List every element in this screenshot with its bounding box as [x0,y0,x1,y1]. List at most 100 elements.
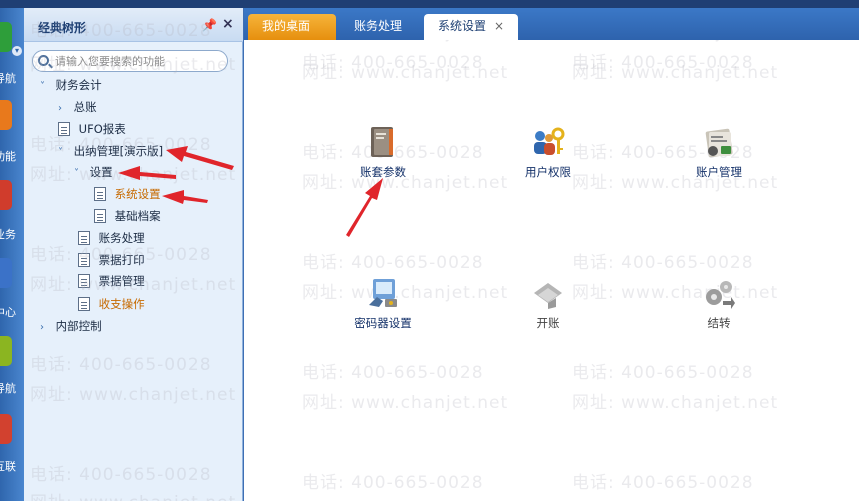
func-account-params[interactable]: 账套参数 [338,124,428,184]
func-label: 账户管理 [696,165,742,179]
token-device-icon [369,279,397,307]
tree-node-label: 票据打印 [98,253,145,267]
tree-node-income-expense[interactable]: 收支操作 [78,294,145,314]
workspace: 网址: www.chanjet.net 网址: www.chanjet.net … [244,40,859,501]
func-open-account[interactable]: 开账 [503,275,593,335]
tab-label: 系统设置 [438,19,487,33]
watermark-site: 网址: www.chanjet.net [302,393,509,413]
tree-node-cashier[interactable]: ˅ 出纳管理[演示版] [58,141,163,161]
rail-label: 互联 [0,460,16,473]
tree-node-system-settings[interactable]: 系统设置 [94,184,161,204]
chevron-down-icon[interactable]: ▾ [12,46,22,56]
watermark-site: 网址: www.chanjet.net [572,63,779,83]
document-icon [94,187,106,201]
watermark-phone: 电话: 400-665-0028 [30,355,212,375]
connect-icon [0,414,12,444]
watermark-phone: 电话: 400-665-0028 [572,473,754,493]
close-icon[interactable]: × [222,16,234,32]
watermark-site: 网址: www.chanjet.net [302,40,508,43]
nav-icon [0,22,12,52]
func-carry-forward[interactable]: 结转 [674,275,764,335]
rail-label: 导航 [0,72,16,85]
tree-node-label: 设置 [89,165,113,179]
functions-icon [0,100,12,130]
func-label: 密码器设置 [354,316,412,330]
chevron-down-icon[interactable]: ˅ [40,77,52,97]
tree-node-label: 总账 [73,100,97,114]
document-icon [78,274,90,288]
watermark-site: 网址: www.chanjet.net [30,385,237,405]
search-box[interactable] [32,50,228,72]
tree-node-basic-archives[interactable]: 基础档案 [94,206,161,226]
chevron-down-icon[interactable]: ˅ [58,143,70,163]
book-icon [371,127,393,157]
document-icon [78,231,90,245]
watermark-phone: 电话: 400-665-0028 [302,363,484,383]
func-label: 用户权限 [525,165,571,179]
document-icon [58,122,70,136]
tree-node-label: 内部控制 [55,319,102,333]
watermark-site: 网址: www.chanjet.net [30,165,237,185]
func-user-permissions[interactable]: 用户权限 [503,124,593,184]
func-label: 账套参数 [360,165,406,179]
document-icon [94,209,106,223]
users-key-icon [534,127,565,155]
tree-panel: 经典树形 📌 × ˅ 财务会计 › 总账 UFO报表 ˅ 出纳管理[演示版] ˅… [24,8,243,501]
tree-header: 经典树形 📌 × [24,8,243,42]
func-label: 结转 [707,316,731,330]
rail-label: 业务 [0,228,16,241]
tree-node-label: 系统设置 [114,187,161,201]
watermark-phone: 电话: 400-665-0028 [572,53,754,73]
watermark-site: 网址: www.chanjet.net [572,40,778,43]
tree-node-finance[interactable]: ˅ 财务会计 [40,75,102,95]
watermark-site: 网址: www.chanjet.net [572,393,779,413]
watermark-site: 网址: www.chanjet.net [302,63,509,83]
pin-icon[interactable]: 📌 [202,18,217,32]
func-label: 开账 [536,316,560,330]
tree-node-bill-manage[interactable]: 票据管理 [78,271,145,291]
chevron-down-icon[interactable]: ˅ [74,164,86,184]
func-account-management[interactable]: 账户管理 [674,124,764,184]
watermark-site: 网址: www.chanjet.net [30,488,236,501]
tab-label: 账务处理 [354,19,403,33]
rail-label: 导航 [0,382,16,395]
watermark-phone: 电话: 400-665-0028 [302,253,484,273]
tree-node-accounting[interactable]: 账务处理 [78,228,145,248]
tab-accounting[interactable]: 账务处理 [340,14,420,40]
tab-my-desktop[interactable]: 我的桌面 [248,14,336,40]
tree-node-setup[interactable]: ˅ 设置 [74,162,113,182]
account-folder-icon [705,128,733,158]
document-icon [78,253,90,267]
watermark-phone: 电话: 400-665-0028 [572,363,754,383]
content-area: 我的桌面 账务处理 系统设置 × 网址: www.chanjet.net 网址:… [244,8,859,501]
tab-bar: 我的桌面 账务处理 系统设置 × [244,8,859,40]
tree-node-label: 账务处理 [98,231,145,245]
top-strip [0,0,859,8]
tree-node-label: 财务会计 [55,78,102,92]
tree-node-label: UFO报表 [78,122,126,136]
watermark-phone: 电话: 400-665-0028 [572,253,754,273]
tree-node-label: 收支操作 [98,297,145,311]
tree-title: 经典树形 [38,21,87,35]
search-icon [38,55,49,66]
business-icon [0,180,12,210]
tree-node-ufo[interactable]: UFO报表 [58,119,126,139]
close-icon[interactable]: × [494,14,504,38]
func-token-settings[interactable]: 密码器设置 [338,275,428,335]
tree-node-internal-control[interactable]: › 内部控制 [40,316,102,336]
tree-node-label: 票据管理 [98,274,145,288]
gears-gray-icon [706,281,735,309]
tree-node-bill-print[interactable]: 票据打印 [78,250,145,270]
chevron-right-icon[interactable]: › [40,318,52,338]
tree-node-label: 基础档案 [114,209,161,223]
chevron-right-icon[interactable]: › [58,99,70,119]
tree-node-gl[interactable]: › 总账 [58,97,97,117]
rail-label: 中心 [0,306,16,319]
tab-system-settings[interactable]: 系统设置 × [424,14,518,40]
watermark-phone: 电话: 400-665-0028 [302,473,484,493]
tab-label: 我的桌面 [262,19,311,33]
left-rail: ▾ 导航 功能 业务 中心 导航 互联 [0,8,24,501]
watermark-phone: 电话: 400-665-0028 [302,53,484,73]
search-input[interactable] [55,53,223,69]
tree-node-label: 出纳管理[演示版] [73,144,164,158]
